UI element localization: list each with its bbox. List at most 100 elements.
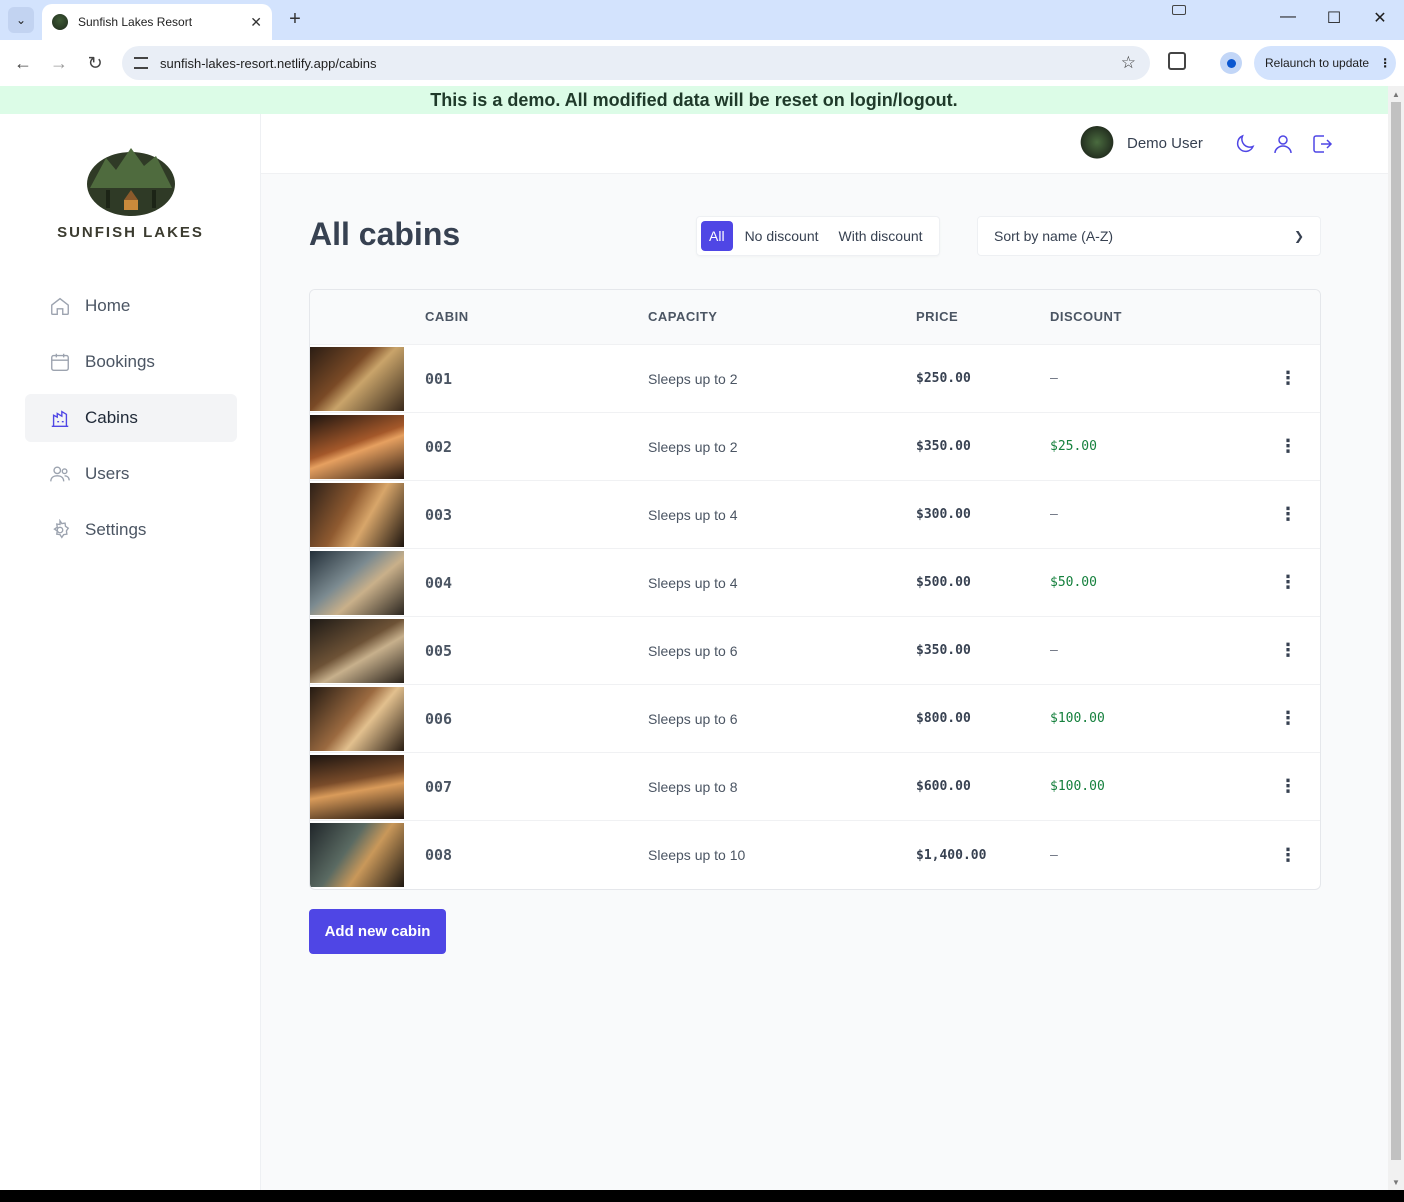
- extensions-icon[interactable]: [1168, 52, 1186, 70]
- bookmark-star-icon[interactable]: ☆: [1121, 53, 1136, 73]
- scroll-up-arrow-icon[interactable]: ▲: [1392, 90, 1400, 99]
- sidebar-item-label: Settings: [85, 520, 147, 539]
- table-row: 008 Sleeps up to 10 $1,400.00 — ⋮: [310, 821, 1320, 889]
- sidebar-item-home[interactable]: Home: [25, 282, 237, 330]
- home-icon: [49, 295, 71, 317]
- browser-tab[interactable]: Sunfish Lakes Resort ✕: [42, 4, 272, 40]
- row-actions-menu-icon[interactable]: ⋮: [1279, 549, 1297, 616]
- table-row: 004 Sleeps up to 4 $500.00 $50.00 ⋮: [310, 549, 1320, 617]
- more-menu-icon[interactable]: ⋮: [1379, 56, 1391, 70]
- cabin-name: 005: [425, 641, 453, 660]
- browser-tab-bar: ⌄ Sunfish Lakes Resort ✕ + — ☐ ✕: [0, 0, 1404, 40]
- sidebar: SUNFISH LAKES Home Bookings Cabins Users…: [0, 114, 261, 1190]
- logo-text: SUNFISH LAKES: [57, 224, 204, 241]
- table-row: 002 Sleeps up to 2 $350.00 $25.00 ⋮: [310, 413, 1320, 481]
- column-header-cabin: CABIN: [425, 309, 469, 324]
- scroll-down-arrow-icon[interactable]: ▼: [1392, 1178, 1400, 1187]
- table-body: 001 Sleeps up to 2 $250.00 — ⋮ 002 Sleep…: [310, 345, 1320, 889]
- minimize-button[interactable]: —: [1276, 8, 1300, 26]
- add-new-cabin-button[interactable]: Add new cabin: [309, 909, 446, 954]
- relaunch-label: Relaunch to update: [1265, 56, 1370, 70]
- cabin-capacity: Sleeps up to 2: [648, 370, 738, 387]
- cabin-price: $250.00: [916, 371, 971, 386]
- filter-with-discount-button[interactable]: With discount: [831, 221, 931, 251]
- filter-all-button[interactable]: All: [701, 221, 733, 251]
- avatar: [1079, 126, 1115, 162]
- table-row: 006 Sleeps up to 6 $800.00 $100.00 ⋮: [310, 685, 1320, 753]
- close-window-button[interactable]: ✕: [1368, 8, 1392, 28]
- tab-search-button[interactable]: ⌄: [8, 7, 34, 33]
- page-scrollbar[interactable]: ▲ ▼: [1388, 86, 1404, 1190]
- cabin-name: 008: [425, 846, 453, 864]
- cabin-discount: $50.00: [1050, 575, 1097, 590]
- cabin-discount: —: [1050, 643, 1058, 658]
- cabin-capacity: Sleeps up to 4: [648, 574, 738, 591]
- cabin-capacity: Sleeps up to 10: [648, 847, 746, 863]
- cabin-image: [310, 821, 404, 889]
- relaunch-button[interactable]: Relaunch to update ⋮: [1254, 46, 1396, 80]
- sidebar-item-label: Home: [85, 296, 131, 315]
- url-text[interactable]: sunfish-lakes-resort.netlify.app/cabins: [160, 56, 1121, 71]
- site-info-icon[interactable]: [134, 57, 148, 69]
- sunfish-lakes-logo: [87, 148, 175, 216]
- cabin-name: 002: [425, 437, 453, 456]
- cabin-price: $350.00: [916, 439, 971, 454]
- cabin-name: 001: [425, 369, 453, 388]
- column-header-price: PRICE: [916, 309, 959, 324]
- app-page: SUNFISH LAKES Home Bookings Cabins Users…: [0, 114, 1388, 1190]
- cabin-capacity: Sleeps up to 6: [648, 642, 738, 659]
- cabin-capacity: Sleeps up to 2: [648, 438, 738, 455]
- maximize-button[interactable]: ☐: [1322, 8, 1346, 28]
- sidebar-item-bookings[interactable]: Bookings: [25, 338, 237, 386]
- column-header-discount: DISCOUNT: [1050, 309, 1122, 324]
- back-button[interactable]: ←: [12, 53, 34, 74]
- cabin-image: [310, 549, 404, 616]
- cabin-capacity: Sleeps up to 4: [648, 506, 738, 523]
- browser-toolbar: ← → ↻ sunfish-lakes-resort.netlify.app/c…: [0, 40, 1404, 86]
- forward-button[interactable]: →: [48, 53, 70, 74]
- dark-mode-icon[interactable]: [1233, 132, 1257, 156]
- cabin-capacity: Sleeps up to 6: [648, 710, 738, 727]
- tab-title: Sunfish Lakes Resort: [78, 15, 193, 29]
- cabin-discount: —: [1050, 507, 1058, 522]
- sort-select[interactable]: Sort by name (A-Z) ❯: [977, 216, 1321, 256]
- row-actions-menu-icon[interactable]: ⋮: [1279, 821, 1297, 889]
- cabin-name: 007: [425, 777, 453, 796]
- filter-no-discount-button[interactable]: No discount: [737, 221, 827, 251]
- tab-close-icon[interactable]: ✕: [250, 14, 262, 31]
- row-actions-menu-icon[interactable]: ⋮: [1279, 753, 1297, 820]
- row-actions-menu-icon[interactable]: ⋮: [1279, 481, 1297, 548]
- cabin-discount: $100.00: [1050, 711, 1105, 726]
- profile-icon[interactable]: [1220, 52, 1242, 74]
- cabin-image: [310, 413, 404, 480]
- row-actions-menu-icon[interactable]: ⋮: [1279, 617, 1297, 684]
- sidebar-item-settings[interactable]: Settings: [25, 506, 237, 554]
- chevron-down-icon: ❯: [1293, 229, 1304, 243]
- new-tab-button[interactable]: +: [284, 8, 306, 31]
- scrollbar-thumb[interactable]: [1391, 102, 1401, 1160]
- logout-icon[interactable]: [1310, 132, 1334, 156]
- users-icon: [49, 463, 71, 485]
- sidebar-item-cabins[interactable]: Cabins: [25, 394, 237, 442]
- page-title: All cabins: [309, 216, 461, 252]
- user-name: Demo User: [1127, 135, 1203, 152]
- cabin-name: 003: [425, 505, 453, 524]
- address-bar[interactable]: sunfish-lakes-resort.netlify.app/cabins …: [122, 46, 1150, 80]
- sidebar-item-users[interactable]: Users: [25, 450, 237, 498]
- row-actions-menu-icon[interactable]: ⋮: [1279, 345, 1297, 412]
- cabin-discount: $100.00: [1050, 779, 1105, 794]
- cabin-capacity: Sleeps up to 8: [648, 778, 738, 795]
- sidebar-item-label: Cabins: [85, 408, 138, 427]
- row-actions-menu-icon[interactable]: ⋮: [1279, 685, 1297, 752]
- demo-banner: This is a demo. All modified data will b…: [0, 86, 1388, 114]
- cabins-icon: [49, 407, 71, 429]
- table-row: 003 Sleeps up to 4 $300.00 — ⋮: [310, 481, 1320, 549]
- cabin-image: [310, 345, 404, 412]
- cabins-table: CABIN CAPACITY PRICE DISCOUNT 001 Sleeps…: [309, 289, 1321, 890]
- row-actions-menu-icon[interactable]: ⋮: [1279, 413, 1297, 480]
- cabin-price: $1,400.00: [916, 847, 987, 863]
- table-row: 001 Sleeps up to 2 $250.00 — ⋮: [310, 345, 1320, 413]
- reload-button[interactable]: ↻: [84, 53, 106, 74]
- account-icon[interactable]: [1271, 132, 1295, 156]
- discount-filter: All No discount With discount: [696, 216, 940, 256]
